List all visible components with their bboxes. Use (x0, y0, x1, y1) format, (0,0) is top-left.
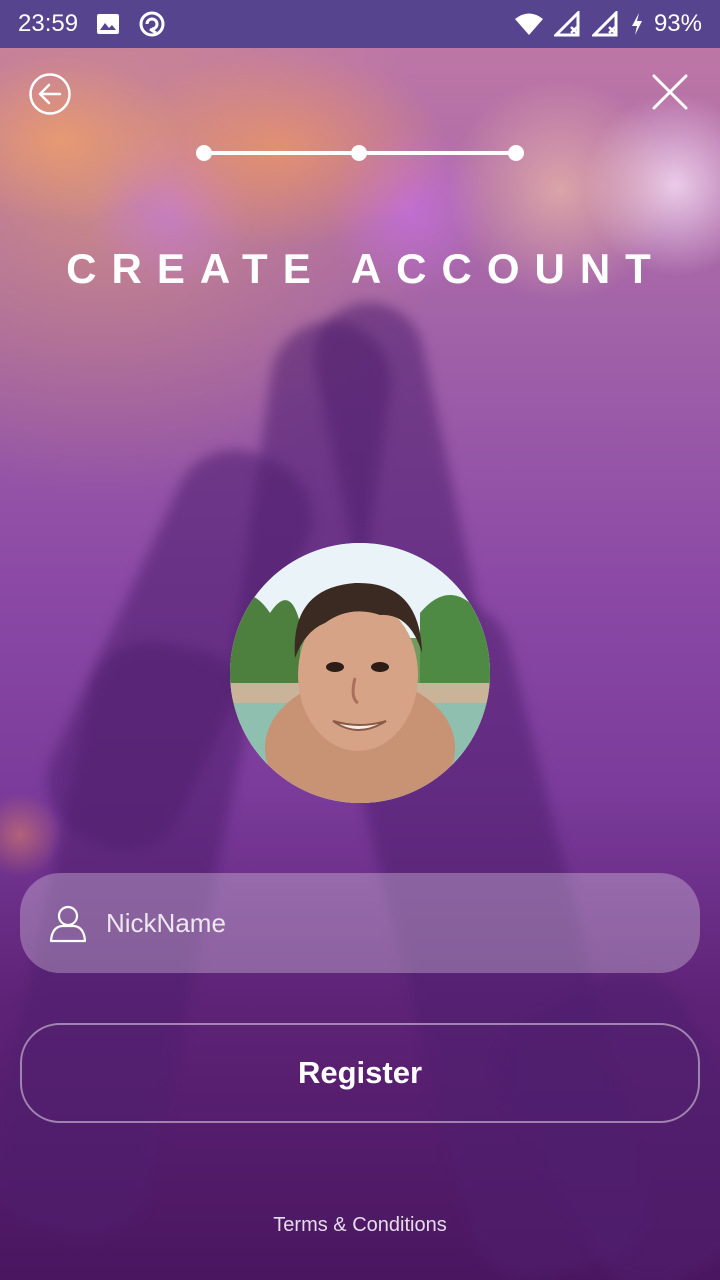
battery-percent: 93% (653, 10, 702, 37)
status-time: 23:59 (18, 10, 79, 37)
nickname-field[interactable] (20, 873, 700, 973)
terms-link[interactable]: Terms & Conditions (0, 1214, 720, 1237)
back-button[interactable] (28, 72, 72, 116)
register-button[interactable]: Register (20, 1023, 700, 1123)
close-button[interactable] (650, 72, 690, 112)
signal-icon (553, 11, 582, 37)
close-icon (652, 74, 688, 110)
avatar[interactable] (230, 543, 490, 803)
progress-step-3 (508, 145, 524, 161)
profile-photo (230, 543, 490, 803)
progress-step-1 (196, 145, 212, 161)
page-title: CREATE ACCOUNT (66, 245, 666, 292)
sync-icon (138, 10, 166, 38)
nickname-input[interactable] (106, 907, 666, 939)
progress-step-2 (351, 145, 367, 161)
charging-icon (630, 12, 644, 36)
signal-icon (591, 11, 620, 37)
wifi-icon (514, 12, 544, 36)
gallery-icon (96, 13, 120, 35)
status-bar: 23:59 93% (0, 0, 720, 48)
user-icon (49, 905, 87, 943)
arrow-left-circle-icon (29, 73, 71, 115)
step-progress (196, 144, 526, 162)
